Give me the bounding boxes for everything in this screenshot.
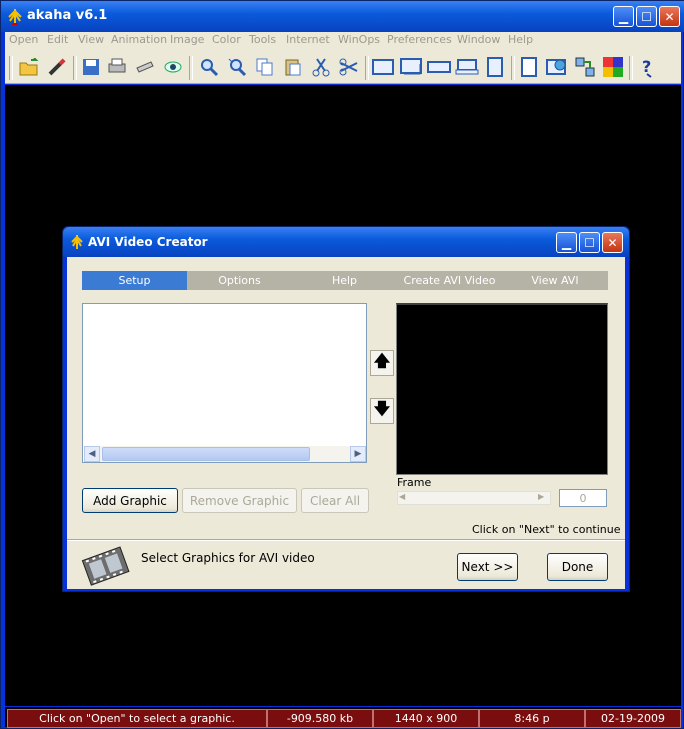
menu-internet[interactable]: Internet: [286, 33, 330, 46]
svg-text:?: ?: [642, 57, 651, 76]
zoom-in-icon[interactable]: [225, 55, 249, 79]
minimize-icon: ▁: [618, 9, 629, 24]
status-time: 8:46 p: [479, 709, 585, 728]
dialog-logo-icon: [70, 233, 84, 253]
zoom-icon[interactable]: [197, 55, 221, 79]
scroll-thumb[interactable]: [102, 447, 310, 461]
status-message: Click on "Open" to select a graphic.: [7, 709, 267, 728]
avi-creator-dialog: AVI Video Creator ▁ ☐ ✕ Setup Options He…: [62, 226, 630, 592]
close-button[interactable]: ✕: [659, 6, 680, 27]
web-icon[interactable]: [545, 55, 569, 79]
wand-icon[interactable]: [45, 55, 69, 79]
film-strip-icon: [81, 545, 131, 592]
cut-icon[interactable]: [309, 55, 333, 79]
minimize-icon: ▁: [561, 235, 572, 250]
menu-window[interactable]: Window: [457, 33, 500, 46]
frame-slider[interactable]: ◀ ▶: [397, 491, 551, 505]
tab-create-avi[interactable]: Create AVI Video: [397, 271, 503, 290]
frame-number-field[interactable]: 0: [559, 489, 607, 507]
menu-help[interactable]: Help: [508, 33, 533, 46]
tab-options[interactable]: Options: [187, 271, 293, 290]
scroll-right-icon[interactable]: ▶: [350, 446, 366, 462]
dialog-close-button[interactable]: ✕: [602, 232, 623, 253]
slider-left-icon: ◀: [399, 492, 406, 501]
eye-icon[interactable]: [161, 55, 185, 79]
done-button[interactable]: Done: [547, 553, 608, 581]
menu-view[interactable]: View: [78, 33, 104, 46]
dialog-title: AVI Video Creator: [88, 235, 208, 249]
dialog-title-bar[interactable]: AVI Video Creator ▁ ☐ ✕: [63, 227, 629, 257]
close-icon: ✕: [607, 235, 618, 250]
app-title: akaha v6.1: [27, 8, 108, 23]
window-layout-5-icon[interactable]: [483, 55, 507, 79]
app-logo-icon: [7, 7, 23, 28]
maximize-button[interactable]: ☐: [636, 6, 657, 27]
menu-image[interactable]: Image: [170, 33, 204, 46]
continue-hint: Click on "Next" to continue: [472, 523, 621, 536]
maximize-icon: ☐: [641, 9, 652, 24]
minimize-button[interactable]: ▁: [613, 6, 634, 27]
scanner-icon[interactable]: [133, 55, 157, 79]
scroll-left-icon[interactable]: ◀: [84, 446, 100, 462]
menu-preferences[interactable]: Preferences: [387, 33, 452, 46]
menu-bar: Open Edit View Animation Image Color Too…: [5, 32, 681, 52]
menu-tools[interactable]: Tools: [249, 33, 276, 46]
menu-edit[interactable]: Edit: [47, 33, 68, 46]
dialog-minimize-button[interactable]: ▁: [556, 232, 577, 253]
help-icon[interactable]: ?: [637, 55, 661, 79]
frame-label: Frame: [397, 476, 432, 489]
paste-icon[interactable]: [281, 55, 305, 79]
window-layout-4-icon[interactable]: [455, 55, 479, 79]
status-memory: -909.580 kb: [267, 709, 373, 728]
tab-view-avi[interactable]: View AVI: [502, 271, 609, 290]
arrow-up-icon: 🡅: [373, 350, 391, 370]
dialog-maximize-button[interactable]: ☐: [579, 232, 600, 253]
title-bar[interactable]: akaha v6.1 ▁ ☐ ✕: [1, 1, 684, 32]
instruction-message: Select Graphics for AVI video: [141, 551, 315, 565]
slider-right-icon: ▶: [538, 492, 545, 501]
arrow-down-icon: 🡇: [373, 398, 391, 418]
window-single-icon[interactable]: [517, 55, 541, 79]
save-icon[interactable]: [79, 55, 103, 79]
menu-color[interactable]: Color: [212, 33, 241, 46]
tab-setup[interactable]: Setup: [82, 271, 188, 290]
maximize-icon: ☐: [584, 235, 595, 250]
preview-pane: [396, 303, 608, 475]
open-folder-icon[interactable]: [17, 55, 41, 79]
list-horizontal-scrollbar[interactable]: ◀ ▶: [84, 446, 366, 462]
move-up-button[interactable]: 🡅: [370, 350, 394, 376]
menu-open[interactable]: Open: [9, 33, 38, 46]
dialog-body: Setup Options Help Create AVI Video View…: [67, 257, 625, 589]
network-icon[interactable]: [573, 55, 597, 79]
menu-animation[interactable]: Animation: [111, 33, 167, 46]
status-bar: Click on "Open" to select a graphic. -90…: [5, 707, 681, 728]
next-button[interactable]: Next >>: [457, 553, 518, 581]
copy-icon[interactable]: [253, 55, 277, 79]
remove-graphic-button[interactable]: Remove Graphic: [182, 488, 297, 513]
print-icon[interactable]: [105, 55, 129, 79]
window-layout-2-icon[interactable]: [399, 55, 423, 79]
status-resolution: 1440 x 900: [373, 709, 479, 728]
tab-help[interactable]: Help: [292, 271, 398, 290]
clear-all-button[interactable]: Clear All: [301, 488, 369, 513]
scissors-icon[interactable]: [337, 55, 361, 79]
toolbar: ?: [5, 52, 681, 84]
close-icon: ✕: [664, 9, 675, 24]
divider: [67, 539, 625, 541]
status-date: 02-19-2009: [585, 709, 681, 728]
menu-winops[interactable]: WinOps: [338, 33, 380, 46]
window-layout-3-icon[interactable]: [427, 55, 451, 79]
add-graphic-button[interactable]: Add Graphic: [82, 488, 178, 513]
graphics-list[interactable]: ◀ ▶: [82, 303, 367, 463]
puzzle-icon[interactable]: [601, 55, 625, 79]
move-down-button[interactable]: 🡇: [370, 398, 394, 424]
window-layout-1-icon[interactable]: [371, 55, 395, 79]
